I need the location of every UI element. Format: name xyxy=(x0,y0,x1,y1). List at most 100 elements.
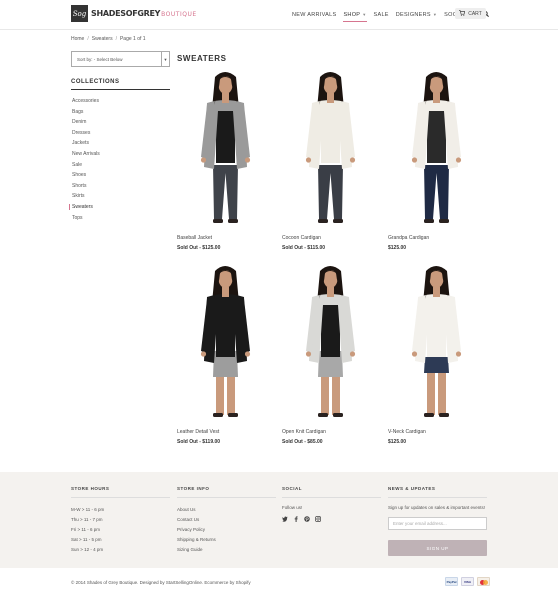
footer-link-sizing[interactable]: Sizing Guide xyxy=(177,545,276,555)
footer-link-shipping[interactable]: Shipping & Returns xyxy=(177,535,276,545)
hand xyxy=(455,157,462,163)
page-title: SWEATERS xyxy=(177,54,227,63)
sidebar-item-bags[interactable]: Bags xyxy=(71,107,100,118)
sidebar-item-shoes[interactable]: Shoes xyxy=(71,170,100,181)
sidebar-item-sweaters[interactable]: Sweaters xyxy=(69,202,100,213)
face xyxy=(429,270,444,288)
product-image[interactable] xyxy=(177,69,274,229)
facebook-icon[interactable] xyxy=(293,516,299,524)
top xyxy=(321,107,340,163)
product-name[interactable]: Baseball Jacket xyxy=(177,235,274,241)
pants xyxy=(424,165,449,219)
sidebar-item-shorts[interactable]: Shorts xyxy=(71,181,100,192)
product-card[interactable]: V-Neck Cardigan $125.00 xyxy=(388,263,485,445)
nav-sale[interactable]: SALE xyxy=(374,12,389,18)
hand xyxy=(200,351,207,357)
hand xyxy=(305,351,312,357)
top xyxy=(427,107,446,163)
nav-label: DESIGNERS xyxy=(395,12,431,18)
breadcrumb-home[interactable]: Home xyxy=(71,36,84,42)
collections-title: COLLECTIONS xyxy=(71,79,120,85)
shoe xyxy=(213,219,223,223)
sidebar-item-new-arrivals[interactable]: New Arrivals xyxy=(71,149,100,160)
hand xyxy=(305,157,312,163)
logo-text: SHADESOFGREYBOUTIQUE xyxy=(91,9,197,18)
product-image[interactable] xyxy=(282,69,379,229)
pinterest-icon[interactable] xyxy=(304,516,310,524)
chevron-down-icon: ▼ xyxy=(161,52,169,66)
mastercard-circle xyxy=(483,580,488,585)
shoe xyxy=(439,413,449,417)
sidebar-item-accessories[interactable]: Accessories xyxy=(71,96,100,107)
product-image[interactable] xyxy=(388,69,485,229)
neck xyxy=(433,287,440,297)
footer-link-privacy[interactable]: Privacy Policy xyxy=(177,525,276,535)
store-hours-title: STORE HOURS xyxy=(71,486,110,491)
sidebar-item-jackets[interactable]: Jackets xyxy=(71,138,100,149)
social-title: SOCIAL xyxy=(282,486,303,491)
product-image[interactable] xyxy=(282,263,379,423)
twitter-icon[interactable] xyxy=(282,516,288,524)
product-name[interactable]: Grandpa Cardigan xyxy=(388,235,485,241)
email-field[interactable]: Enter your email address... xyxy=(388,517,487,530)
leg xyxy=(427,373,435,415)
shoe xyxy=(424,219,434,223)
divider xyxy=(71,497,170,498)
product-card[interactable]: Leather Detail Vest Sold Out - $119.00 xyxy=(177,263,274,445)
product-name[interactable]: Cocoon Cardigan xyxy=(282,235,379,241)
shorts xyxy=(424,357,449,373)
model-figure xyxy=(411,72,462,223)
footer-link-contact[interactable]: Contact Us xyxy=(177,515,276,525)
hours-line: Thu > 11 - 7 pm xyxy=(71,517,103,522)
breadcrumb-separator: / xyxy=(87,36,89,42)
product-card[interactable]: Grandpa Cardigan $125.00 xyxy=(388,69,485,251)
hand xyxy=(349,157,356,163)
product-image[interactable] xyxy=(177,263,274,423)
collections-list: Accessories Bags Denim Dresses Jackets N… xyxy=(69,96,100,224)
face xyxy=(218,270,233,288)
copyright: © 2014 Shades of Grey Boutique. Designed… xyxy=(71,580,251,585)
product-name[interactable]: Open Knit Cardigan xyxy=(282,429,379,435)
cart-label: CART xyxy=(468,10,482,17)
product-card[interactable]: Cocoon Cardigan Sold Out - $115.00 xyxy=(282,69,379,251)
shoe xyxy=(424,413,434,417)
product-name[interactable]: V-Neck Cardigan xyxy=(388,429,485,435)
sort-value: Sort by: - Select Below xyxy=(77,56,123,62)
nav-new-arrivals[interactable]: NEW ARRIVALS xyxy=(292,12,336,18)
breadcrumb-sweaters[interactable]: Sweaters xyxy=(92,36,113,42)
sidebar-item-skirts[interactable]: Skirts xyxy=(71,191,100,202)
hand xyxy=(349,351,356,357)
sort-select[interactable]: Sort by: - Select Below ▼ xyxy=(71,51,170,67)
shoe xyxy=(318,413,328,417)
product-image[interactable] xyxy=(388,263,485,423)
product-card[interactable]: Open Knit Cardigan Sold Out - $85.00 xyxy=(282,263,379,445)
nav-shop[interactable]: SHOP ▼ xyxy=(343,12,367,22)
nav-designers[interactable]: DESIGNERS ▼ xyxy=(396,12,437,18)
instagram-icon[interactable] xyxy=(315,516,321,524)
breadcrumb-page: Page 1 of 1 xyxy=(119,36,146,42)
signup-button[interactable]: SIGN UP xyxy=(388,540,487,556)
hand xyxy=(244,157,251,163)
model-figure xyxy=(305,266,356,417)
product-name[interactable]: Leather Detail Vest xyxy=(177,429,274,435)
model-figure xyxy=(411,266,462,417)
divider xyxy=(71,89,170,90)
footer-link-about[interactable]: About Us xyxy=(177,505,276,515)
shoe xyxy=(228,219,238,223)
sidebar-item-tops[interactable]: Tops xyxy=(71,213,100,224)
nav-label: NEW ARRIVALS xyxy=(292,12,337,18)
top xyxy=(216,301,235,357)
store-hours: STORE HOURS M-W > 11 - 6 pm Thu > 11 - 7… xyxy=(71,486,170,555)
chevron-down-icon: ▼ xyxy=(432,12,438,17)
product-card[interactable]: Baseball Jacket Sold Out - $125.00 xyxy=(177,69,274,251)
site-logo[interactable]: Sog SHADESOFGREYBOUTIQUE xyxy=(71,5,197,22)
cart-button[interactable]: CART xyxy=(455,8,486,19)
product-price: Sold Out - $115.00 xyxy=(282,245,326,251)
sidebar-item-sale[interactable]: Sale xyxy=(71,160,100,171)
divider xyxy=(388,497,487,498)
sidebar-item-denim[interactable]: Denim xyxy=(71,117,100,128)
sidebar-item-dresses[interactable]: Dresses xyxy=(71,128,100,139)
product-price: $125.00 xyxy=(388,245,407,251)
shoe xyxy=(213,413,223,417)
top xyxy=(321,301,340,357)
